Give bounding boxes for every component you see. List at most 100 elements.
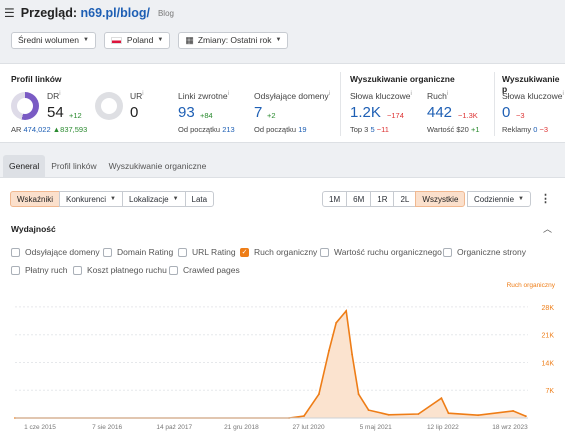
- view-locations[interactable]: Lokalizacje ▼: [122, 191, 186, 207]
- metric-checkbox-label: Crawled pages: [183, 265, 240, 275]
- chevron-down-icon: ▼: [518, 196, 524, 202]
- interval-dropdown[interactable]: Codziennie ▼: [467, 191, 531, 207]
- series-line: [15, 309, 527, 419]
- info-icon: i: [328, 91, 330, 98]
- checkbox-icon: [11, 247, 20, 257]
- data-point: [387, 413, 390, 416]
- x-tick-label: 12 lip 2022: [427, 424, 459, 431]
- refdomains-since: Od początku 19: [254, 125, 307, 134]
- metric-checkbox[interactable]: Płatny ruch: [11, 265, 68, 275]
- x-tick-label: 18 wrz 2023: [492, 424, 528, 431]
- period-6m[interactable]: 6M: [346, 191, 372, 207]
- info-icon: i: [59, 91, 61, 98]
- checkbox-icon: [11, 265, 20, 275]
- dr-ring: [11, 92, 39, 120]
- ur-label[interactable]: URi: [130, 91, 144, 101]
- info-icon: i: [142, 91, 144, 98]
- dr-label[interactable]: DRi: [47, 91, 61, 101]
- poland-flag-icon: [110, 36, 122, 44]
- section-tabs: General Profil linków Wyszukiwanie organ…: [0, 155, 212, 177]
- metric-checkbox-label: Ruch organiczny: [254, 247, 318, 257]
- chevron-down-icon: ▼: [82, 37, 89, 43]
- view-years[interactable]: Lata: [184, 191, 215, 207]
- dr-value[interactable]: 54: [47, 104, 64, 121]
- info-icon: i: [446, 91, 449, 98]
- metric-checkbox[interactable]: Crawled pages: [169, 265, 240, 275]
- y-tick-label: 7K: [545, 388, 554, 395]
- data-point: [345, 310, 348, 312]
- metric-checkbox-label: Koszt płatnego ruchu: [87, 265, 167, 275]
- metric-checkbox[interactable]: Koszt płatnego ruchu: [73, 265, 167, 275]
- divider: [340, 72, 341, 136]
- period-2l[interactable]: 2L: [393, 191, 417, 207]
- country-dropdown[interactable]: Poland ▼: [103, 31, 171, 49]
- title-prefix: Przegląd:: [20, 6, 78, 20]
- changes-dropdown[interactable]: ▦ Zmiany: Ostatni rok ▼: [178, 31, 289, 49]
- tab-backlink-profile[interactable]: Profil linków: [45, 155, 102, 177]
- refdomains-label[interactable]: Odsyłające domenyi: [254, 91, 330, 101]
- breadcrumb[interactable]: Blog: [158, 9, 174, 18]
- hamburger-icon[interactable]: ☰: [4, 6, 15, 20]
- metric-checkbox-label: URL Rating: [192, 247, 236, 257]
- metric-checkbox[interactable]: ✓ Ruch organiczny: [240, 247, 317, 257]
- traffic-value[interactable]: 442: [427, 104, 452, 121]
- metric-checkbox[interactable]: Wartość ruchu organicznego: [320, 247, 442, 257]
- metrics-panel: Profil linków DRi 54 +12 AR 474,022 ▲837…: [0, 63, 565, 143]
- metric-checkbox-label: Wartość ruchu organicznego: [334, 247, 442, 257]
- performance-heading: Wydajność: [11, 224, 56, 234]
- series-area: [15, 310, 526, 418]
- data-point: [525, 415, 527, 418]
- period-1r[interactable]: 1R: [370, 191, 395, 207]
- overview-panel: Wskaźniki Konkurenci ▼ Lokalizacje ▼ Lata …: [0, 177, 565, 434]
- metric-checkbox[interactable]: Organiczne strony: [443, 247, 526, 257]
- data-point: [417, 413, 420, 415]
- keywords-label[interactable]: Słowa kluczowei: [350, 91, 412, 101]
- chevron-down-icon: ▼: [275, 37, 282, 43]
- paid-keywords-value[interactable]: 0: [502, 104, 510, 121]
- data-point: [303, 415, 305, 417]
- more-options-icon[interactable]: ⋮: [540, 192, 551, 205]
- tab-general[interactable]: General: [3, 155, 46, 177]
- info-icon: i: [562, 91, 564, 98]
- view-metrics[interactable]: Wskaźniki: [10, 191, 61, 207]
- period-1m[interactable]: 1M: [322, 191, 348, 207]
- tab-organic-search[interactable]: Wyszukiwanie organiczne: [103, 155, 213, 177]
- value-row: Wartość $20 +1: [427, 125, 480, 134]
- paid-keywords-label[interactable]: Słowa kluczowei: [502, 91, 564, 101]
- period-switcher: 1M 6M 1R 2L Wszystkie: [322, 191, 466, 207]
- data-point: [367, 409, 370, 411]
- performance-chart: 7K 14K 21K 28K Ruch organiczny 1 cze 2015 7 si…: [14, 282, 556, 431]
- series-label: Ruch organiczny: [507, 282, 556, 289]
- refdomains-delta: +2: [267, 111, 276, 120]
- y-tick-label: 28K: [542, 305, 555, 312]
- data-point: [512, 410, 514, 412]
- country-label: Poland: [126, 35, 154, 45]
- page-header: ☰ Przegląd: n69.pl/blog/ Blog: [0, 0, 565, 26]
- paid-keywords-delta: −3: [516, 111, 525, 120]
- refdomains-value[interactable]: 7: [254, 104, 262, 121]
- backlinks-label[interactable]: Linki zwrotnei: [178, 91, 229, 101]
- target-url[interactable]: n69.pl/blog/: [81, 6, 150, 20]
- metric-checkbox[interactable]: URL Rating: [178, 247, 236, 257]
- metric-checkbox[interactable]: Domain Rating: [103, 247, 173, 257]
- data-point: [440, 397, 443, 400]
- backlinks-value[interactable]: 93: [178, 104, 195, 121]
- backlinks-delta: +84: [200, 111, 213, 120]
- page-title: Przegląd: n69.pl/blog/: [21, 6, 150, 20]
- chevron-up-icon[interactable]: ︿: [543, 222, 552, 235]
- period-all[interactable]: Wszystkie: [415, 191, 466, 207]
- traffic-label[interactable]: Ruchi: [427, 91, 448, 101]
- view-competitors[interactable]: Konkurenci ▼: [59, 191, 123, 207]
- y-tick-label: 21K: [542, 333, 555, 340]
- checkbox-checked-icon: ✓: [240, 247, 249, 257]
- data-point: [351, 353, 353, 356]
- keywords-delta: −174: [387, 111, 404, 120]
- checkbox-icon: [73, 265, 82, 275]
- metric-checkbox[interactable]: Odsyłające domeny: [11, 247, 100, 257]
- keywords-value[interactable]: 1.2K: [350, 104, 381, 121]
- y-tick-label: 14K: [542, 360, 555, 367]
- data-point: [335, 321, 338, 324]
- ar-row: AR 474,022 ▲837,593: [11, 125, 88, 134]
- volume-dropdown[interactable]: Średni wolumen ▼: [11, 31, 96, 49]
- chevron-down-icon: ▼: [110, 196, 116, 202]
